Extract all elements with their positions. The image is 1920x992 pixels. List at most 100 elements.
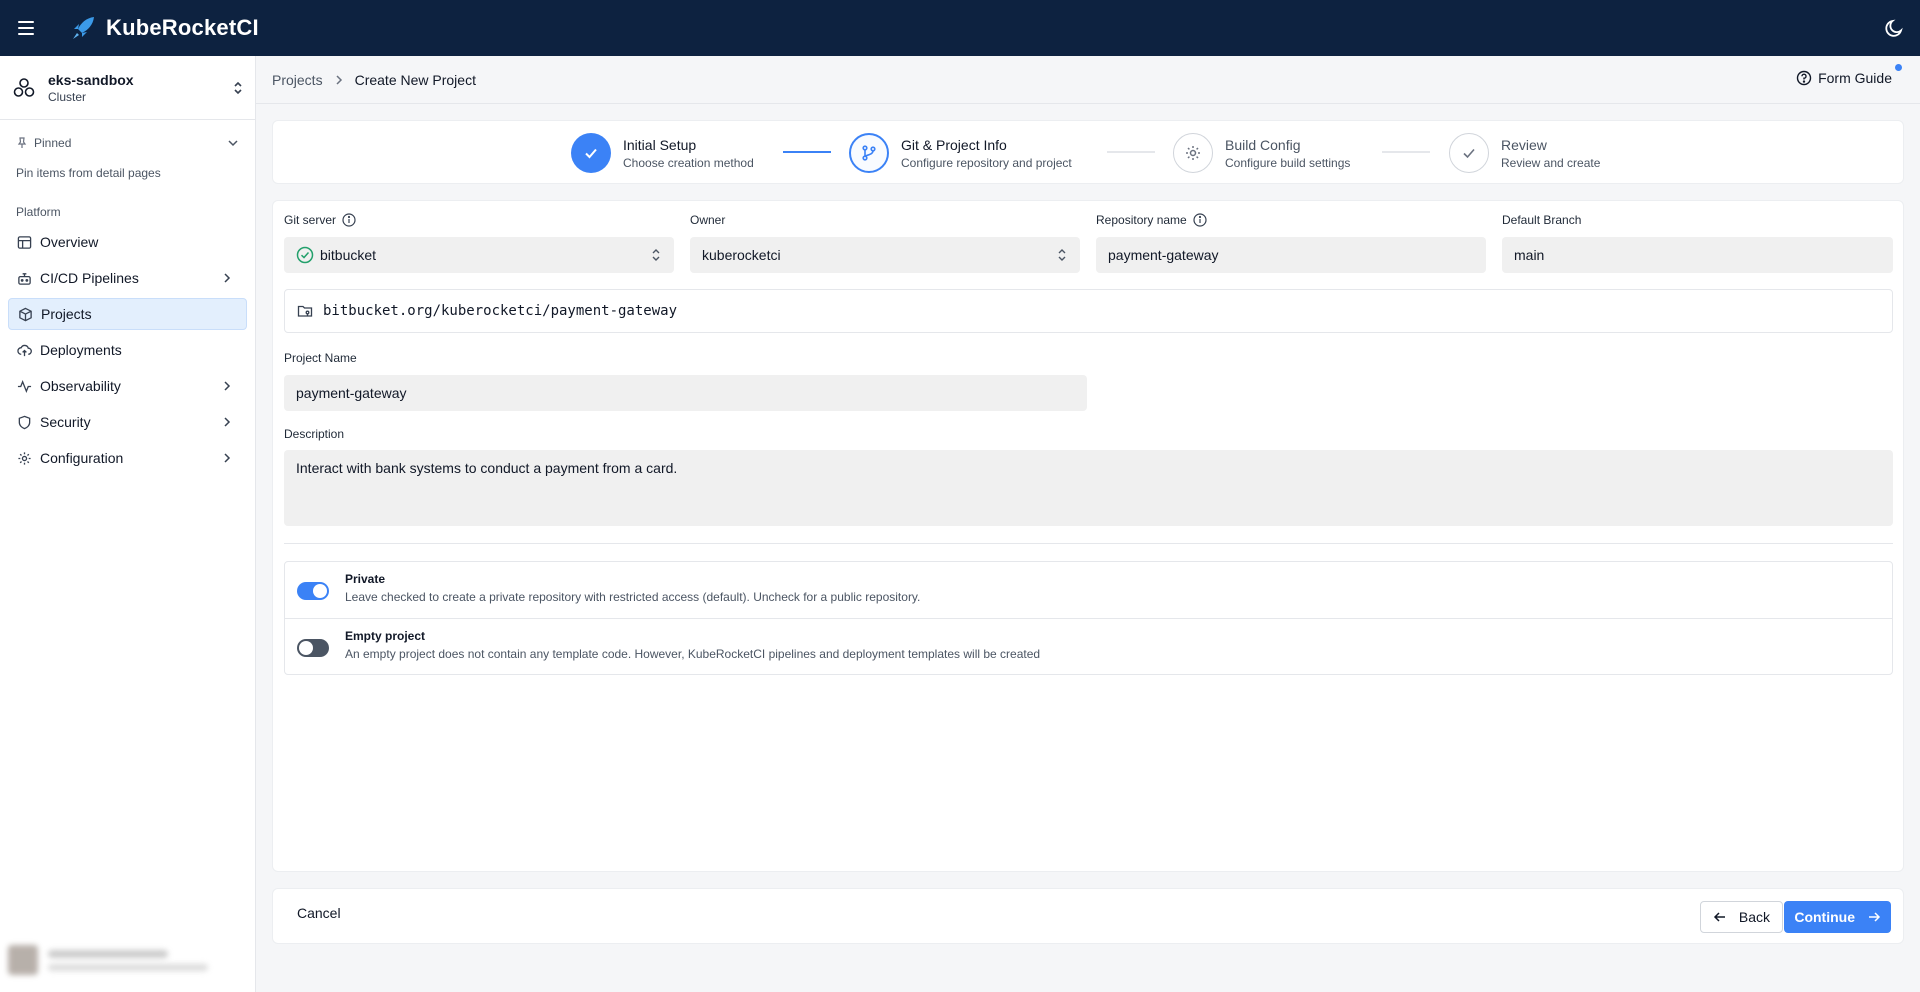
step-title: Build Config bbox=[1225, 136, 1301, 153]
check-icon bbox=[1449, 133, 1489, 173]
gear-icon bbox=[16, 450, 32, 466]
sidebar-item-label: Projects bbox=[41, 306, 92, 322]
project-form: Git server bitbucket Owner kuberocketci … bbox=[272, 200, 1904, 872]
default-branch-input[interactable]: main bbox=[1502, 237, 1893, 273]
step-connector bbox=[1382, 151, 1430, 153]
repository-name-input[interactable]: payment-gateway bbox=[1096, 237, 1486, 273]
table-icon bbox=[16, 234, 32, 250]
continue-label: Continue bbox=[1794, 909, 1855, 925]
rocket-logo-icon bbox=[73, 17, 94, 39]
user-profile[interactable] bbox=[8, 940, 248, 980]
brand[interactable]: KubeRocketCI bbox=[70, 12, 259, 44]
arrow-right-icon bbox=[1869, 912, 1881, 922]
step-connector bbox=[1107, 151, 1155, 153]
continue-button[interactable]: Continue bbox=[1784, 901, 1891, 933]
repository-url: bitbucket.org/kuberocketci/payment-gatew… bbox=[323, 303, 678, 319]
repository-name-value: payment-gateway bbox=[1108, 247, 1219, 263]
cluster-icon bbox=[13, 77, 35, 97]
sidebar-item-configuration[interactable]: Configuration bbox=[8, 442, 247, 474]
divider bbox=[284, 543, 1893, 544]
chevrons-up-down-icon bbox=[1058, 249, 1066, 261]
pinned-label: Pinned bbox=[34, 136, 72, 150]
private-toggle[interactable] bbox=[297, 582, 329, 600]
check-circle-icon bbox=[296, 246, 314, 264]
wizard-footer: Cancel Back Continue bbox=[272, 888, 1904, 944]
form-guide-label: Form Guide bbox=[1818, 70, 1892, 86]
step-subtitle: Choose creation method bbox=[623, 155, 754, 170]
breadcrumb-current: Create New Project bbox=[354, 71, 476, 88]
form-guide-button[interactable]: Form Guide bbox=[1796, 70, 1892, 86]
owner-label: Owner bbox=[690, 213, 726, 227]
sidebar-item-label: Overview bbox=[40, 234, 99, 250]
sidebar-item-label: Configuration bbox=[40, 450, 124, 466]
project-name-input[interactable]: payment-gateway bbox=[284, 375, 1087, 411]
activity-icon bbox=[16, 378, 32, 394]
sidebar-item-security[interactable]: Security bbox=[8, 406, 247, 438]
shield-icon bbox=[16, 414, 32, 430]
sidebar-item-label: CI/CD Pipelines bbox=[40, 270, 139, 286]
notification-dot bbox=[1895, 64, 1902, 71]
box-icon bbox=[17, 306, 33, 322]
sidebar-item-projects[interactable]: Projects bbox=[8, 298, 247, 330]
owner-value: kuberocketci bbox=[702, 247, 781, 263]
sidebar-item-observability[interactable]: Observability bbox=[8, 370, 247, 402]
pin-icon bbox=[17, 137, 27, 148]
step-build-config[interactable]: Build Config Configure build settings bbox=[1173, 133, 1350, 173]
chevrons-up-down-icon bbox=[234, 81, 242, 95]
private-description: Leave checked to create a private reposi… bbox=[345, 590, 921, 604]
step-initial-setup[interactable]: Initial Setup Choose creation method bbox=[571, 133, 754, 173]
cancel-button[interactable]: Cancel bbox=[297, 905, 341, 921]
git-server-select[interactable]: bitbucket bbox=[284, 237, 674, 273]
default-branch-label: Default Branch bbox=[1502, 213, 1582, 227]
git-branch-icon bbox=[849, 133, 889, 173]
description-textarea[interactable]: Interact with bank systems to conduct a … bbox=[284, 450, 1893, 526]
repository-name-label: Repository name bbox=[1096, 213, 1207, 227]
chevron-right-icon bbox=[333, 73, 345, 87]
sidebar-nav: Overview CI/CD Pipelines Projects Deploy… bbox=[8, 226, 247, 478]
cluster-switcher[interactable]: eks-sandbox Cluster bbox=[0, 56, 255, 120]
project-name-label: Project Name bbox=[284, 351, 357, 365]
step-review[interactable]: Review Review and create bbox=[1449, 133, 1600, 173]
chevron-right-icon bbox=[224, 453, 231, 463]
sidebar-item-cicd-pipelines[interactable]: CI/CD Pipelines bbox=[8, 262, 247, 294]
cluster-type: Cluster bbox=[48, 89, 87, 104]
info-icon[interactable] bbox=[342, 213, 356, 227]
bot-icon bbox=[16, 270, 32, 286]
step-subtitle: Configure repository and project bbox=[901, 155, 1072, 170]
sidebar: eks-sandbox Cluster Pinned Pin items fro… bbox=[0, 56, 256, 992]
chevron-right-icon bbox=[224, 381, 231, 391]
step-title: Initial Setup bbox=[623, 136, 697, 153]
help-circle-icon bbox=[1796, 70, 1812, 86]
chevrons-up-down-icon bbox=[652, 249, 660, 261]
step-git-project-info[interactable]: Git & Project Info Configure repository … bbox=[849, 133, 1072, 173]
step-subtitle: Review and create bbox=[1501, 155, 1601, 170]
pinned-section: Pinned bbox=[16, 136, 240, 150]
owner-select[interactable]: kuberocketci bbox=[690, 237, 1080, 273]
chevron-right-icon bbox=[224, 273, 231, 283]
cloud-upload-icon bbox=[16, 342, 32, 358]
back-label: Back bbox=[1738, 909, 1770, 925]
default-branch-value: main bbox=[1514, 247, 1545, 263]
git-server-value: bitbucket bbox=[320, 247, 377, 263]
sidebar-item-overview[interactable]: Overview bbox=[8, 226, 247, 258]
sidebar-item-label: Observability bbox=[40, 378, 121, 394]
breadcrumb-projects-link[interactable]: Projects bbox=[272, 72, 323, 88]
repository-url-preview: bitbucket.org/kuberocketci/payment-gatew… bbox=[284, 289, 1893, 333]
empty-project-toggle[interactable] bbox=[297, 639, 329, 657]
empty-project-title: Empty project bbox=[345, 629, 426, 643]
chevron-down-icon[interactable] bbox=[226, 136, 240, 150]
avatar bbox=[8, 945, 38, 975]
private-option: Private Leave checked to create a privat… bbox=[285, 562, 1892, 618]
back-button[interactable]: Back bbox=[1699, 901, 1783, 933]
info-icon[interactable] bbox=[1193, 213, 1207, 227]
sidebar-item-deployments[interactable]: Deployments bbox=[8, 334, 247, 366]
step-subtitle: Configure build settings bbox=[1225, 155, 1351, 170]
moon-icon[interactable] bbox=[1882, 16, 1906, 40]
breadcrumb: Projects Create New Project Form Guide bbox=[256, 56, 1920, 104]
folder-git-icon bbox=[297, 303, 313, 319]
check-icon bbox=[571, 133, 611, 173]
menu-icon[interactable] bbox=[14, 16, 38, 40]
step-title: Git & Project Info bbox=[901, 136, 1007, 153]
description-value: Interact with bank systems to conduct a … bbox=[296, 460, 678, 476]
wizard-stepper: Initial Setup Choose creation method Git… bbox=[272, 120, 1904, 184]
